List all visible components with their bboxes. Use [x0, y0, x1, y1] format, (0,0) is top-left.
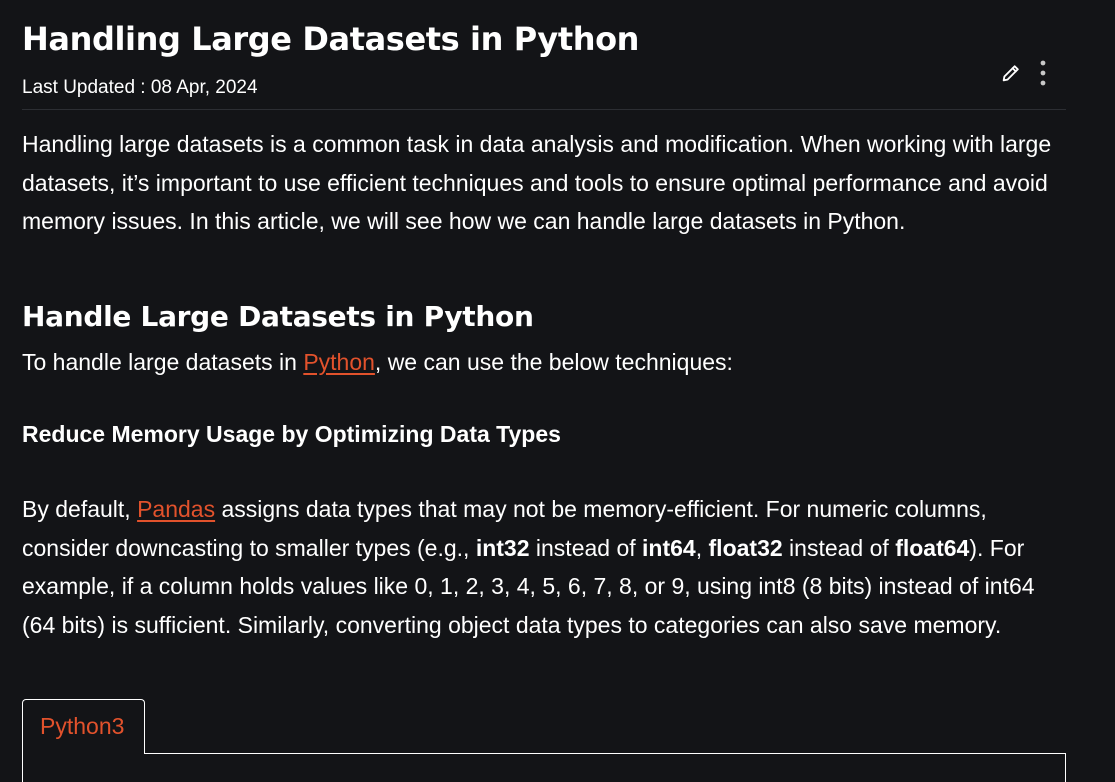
- header-divider: [22, 109, 1066, 110]
- text: ,: [695, 534, 709, 561]
- code-block: [22, 753, 1066, 782]
- section-intro: To handle large datasets in Python, we c…: [22, 349, 733, 376]
- more-options-button[interactable]: [1040, 60, 1046, 86]
- code-tab-label: Python3: [40, 713, 125, 739]
- kebab-menu-icon: [1040, 60, 1046, 86]
- bold-term: float32: [708, 534, 783, 561]
- section-intro-text: To handle large datasets in: [22, 349, 304, 375]
- text: instead of: [782, 534, 896, 561]
- bold-term: float64: [895, 534, 970, 561]
- intro-paragraph: Handling large datasets is a common task…: [22, 131, 1052, 235]
- last-updated: Last Updated : 08 Apr, 2024: [22, 77, 258, 98]
- text: By default,: [22, 496, 138, 522]
- text: instead of: [529, 534, 643, 561]
- section-heading: Handle Large Datasets in Python: [22, 300, 534, 333]
- datatype-paragraph: By default, Pandas assigns data types th…: [22, 490, 1066, 645]
- article-actions: [1000, 60, 1046, 86]
- pandas-link[interactable]: Pandas: [137, 496, 215, 522]
- page-title: Handling Large Datasets in Python: [22, 20, 640, 58]
- code-tab-python3[interactable]: Python3: [22, 699, 145, 754]
- bold-term: int64: [642, 534, 696, 561]
- edit-button[interactable]: [1000, 62, 1022, 84]
- subheading: Reduce Memory Usage by Optimizing Data T…: [22, 421, 561, 447]
- pencil-icon: [1002, 65, 1019, 82]
- bold-term: int32: [475, 534, 530, 561]
- python-link[interactable]: Python: [303, 349, 375, 375]
- section-intro-text-end: , we can use the below techniques:: [374, 349, 733, 375]
